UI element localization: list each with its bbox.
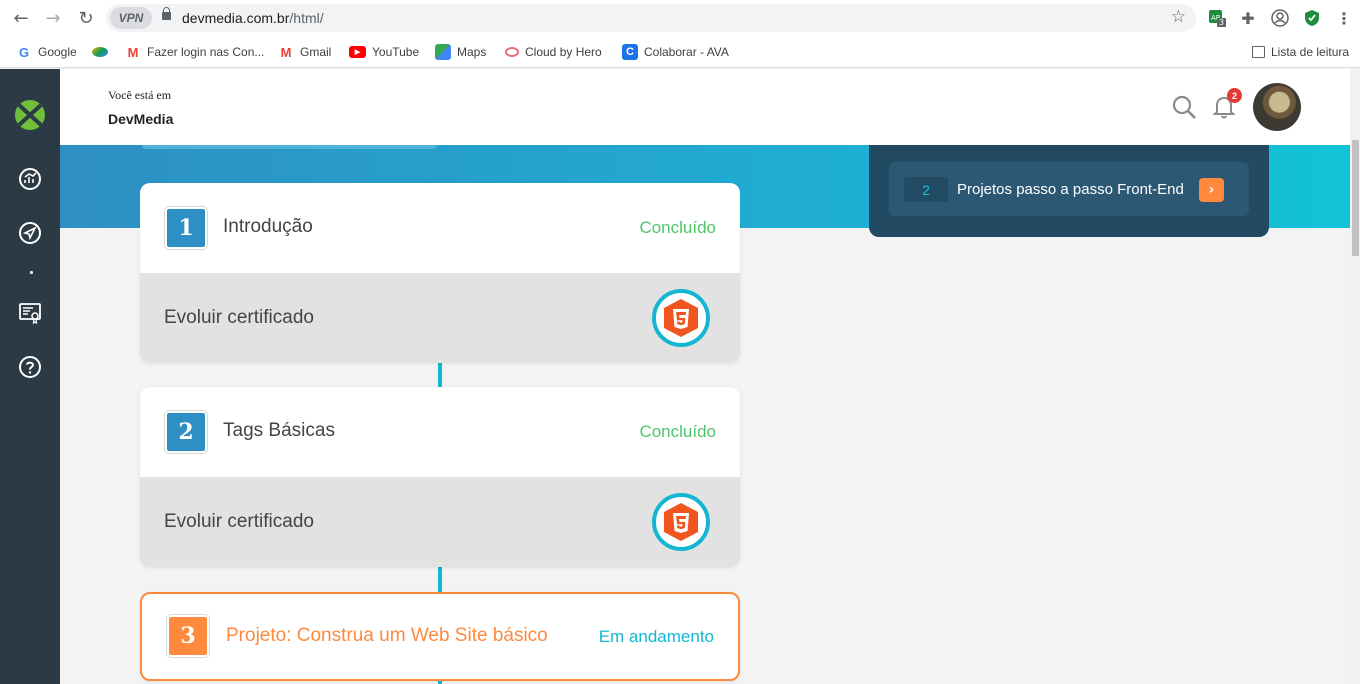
app-sidebar <box>0 69 60 684</box>
help-icon[interactable] <box>18 355 42 379</box>
bookmarks-bar: G Google M Fazer login nas Con... M Gmail ▶… <box>0 36 1360 68</box>
module-card-active: 3 Projeto: Construa um Web Site básico E… <box>140 592 740 681</box>
certificate-label: Evoluir certificado <box>164 307 314 328</box>
module-number: 1 <box>165 207 207 249</box>
bookmark-label: Google <box>38 45 77 59</box>
kebab-menu-icon[interactable]: ⋮ <box>1334 8 1354 28</box>
bookmark-youtube[interactable]: ▶ YouTube <box>349 43 419 61</box>
reading-list-button[interactable]: Lista de leitura <box>1252 43 1349 61</box>
bookmark-maps[interactable]: Maps <box>435 43 486 61</box>
chevron-right-icon[interactable]: › <box>1199 178 1224 202</box>
bookmark-label: Maps <box>457 45 487 59</box>
url-host: devmedia.com.br <box>182 10 290 26</box>
profile-icon[interactable] <box>1270 8 1290 28</box>
separator-dot <box>30 271 33 274</box>
module-number: 2 <box>165 411 207 453</box>
next-module-number: 2 <box>904 177 948 202</box>
bookmark-colaborar[interactable]: C Colaborar - AVA <box>622 43 729 61</box>
banner-tab <box>142 145 437 149</box>
cloud-icon <box>505 47 519 57</box>
bookmark-gmail[interactable]: M Gmail <box>278 43 332 61</box>
module-header[interactable]: 1 Introdução Concluído <box>140 183 740 273</box>
bookmark-colorful[interactable] <box>92 43 114 61</box>
vpn-button[interactable]: VPN <box>110 7 152 29</box>
module-header[interactable]: 2 Tags Básicas Concluído <box>140 387 740 477</box>
forward-icon[interactable]: → <box>42 7 64 29</box>
site-name[interactable]: DevMedia <box>108 111 173 127</box>
html5-badge[interactable] <box>652 493 710 551</box>
bookmark-label: Gmail <box>300 45 332 59</box>
puzzle-icon[interactable]: ✚ <box>1238 8 1258 28</box>
gmail-icon: M <box>127 44 139 60</box>
module-card: 1 Introdução Concluído Evoluir certifica… <box>140 183 740 363</box>
youtube-icon: ▶ <box>349 46 366 58</box>
module-header[interactable]: 3 Projeto: Construa um Web Site básico E… <box>142 594 738 679</box>
browser-toolbar: ← → ↻ VPN devmedia.com.br/html/ ☆ AB 3 ✚… <box>0 0 1360 36</box>
extension-badge: 3 <box>1219 18 1225 27</box>
certificate-icon[interactable] <box>18 301 42 325</box>
bookmark-label: Colaborar - AVA <box>644 45 729 59</box>
module-title: Introdução <box>223 216 313 237</box>
certificate-row[interactable]: Evoluir certificado <box>140 477 740 567</box>
translate-extension-icon[interactable]: AB 3 <box>1207 8 1227 28</box>
module-number: 3 <box>167 615 209 657</box>
app-header: Você está em DevMedia 2 <box>60 69 1350 145</box>
certificate-label: Evoluir certificado <box>164 511 314 532</box>
reading-list-label: Lista de leitura <box>1271 45 1350 59</box>
compass-icon[interactable] <box>18 221 42 245</box>
scrollbar-thumb[interactable] <box>1352 140 1359 256</box>
back-icon[interactable]: ← <box>10 7 32 29</box>
html5-badge[interactable] <box>652 289 710 347</box>
module-status: Concluído <box>639 422 716 441</box>
next-module-item[interactable]: 2 Projetos passo a passo Front-End › <box>889 162 1249 216</box>
html5-icon <box>664 299 698 337</box>
bookmark-fazer-login[interactable]: M Fazer login nas Con... <box>125 43 265 61</box>
notification-badge: 2 <box>1227 88 1242 103</box>
bookmark-label: Fazer login nas Con... <box>147 45 265 59</box>
shield-icon[interactable] <box>1302 8 1322 28</box>
bookmark-cloud-by-hero[interactable]: Cloud by Hero <box>505 43 602 61</box>
maps-icon <box>435 44 451 60</box>
devmedia-logo-icon[interactable] <box>14 99 46 131</box>
url-text[interactable]: devmedia.com.br/html/ <box>182 10 324 26</box>
next-module-card: 2 Projetos passo a passo Front-End › <box>869 145 1269 237</box>
bookmark-label: Cloud by Hero <box>525 45 602 59</box>
dashboard-chart-icon[interactable] <box>18 167 42 191</box>
module-title: Projeto: Construa um Web Site básico <box>226 625 548 646</box>
certificate-row[interactable]: Evoluir certificado <box>140 273 740 363</box>
timeline-connector <box>438 363 442 387</box>
reading-list-icon <box>1252 46 1265 58</box>
colaborar-icon: C <box>622 44 638 60</box>
url-path: /html/ <box>289 10 324 26</box>
next-module-title: Projetos passo a passo Front-End <box>957 181 1184 198</box>
reload-icon[interactable]: ↻ <box>75 7 97 29</box>
module-card: 2 Tags Básicas Concluído Evoluir certifi… <box>140 387 740 567</box>
html5-icon <box>664 503 698 541</box>
search-icon[interactable] <box>1172 95 1198 121</box>
colorful-bird-icon <box>92 47 108 57</box>
gmail-icon: M <box>280 44 292 60</box>
module-status: Em andamento <box>598 627 714 646</box>
module-status: Concluído <box>639 218 716 237</box>
module-title: Tags Básicas <box>223 420 335 441</box>
google-icon: G <box>18 44 30 60</box>
bookmark-google[interactable]: G Google <box>16 43 77 61</box>
bookmark-label: YouTube <box>372 45 420 59</box>
location-caption: Você está em <box>108 88 172 102</box>
timeline-connector <box>438 567 442 592</box>
address-bar[interactable]: VPN devmedia.com.br/html/ ☆ <box>106 4 1196 32</box>
bookmark-star-icon[interactable]: ☆ <box>1171 7 1186 27</box>
lock-icon[interactable] <box>162 7 171 20</box>
avatar[interactable] <box>1253 83 1301 131</box>
